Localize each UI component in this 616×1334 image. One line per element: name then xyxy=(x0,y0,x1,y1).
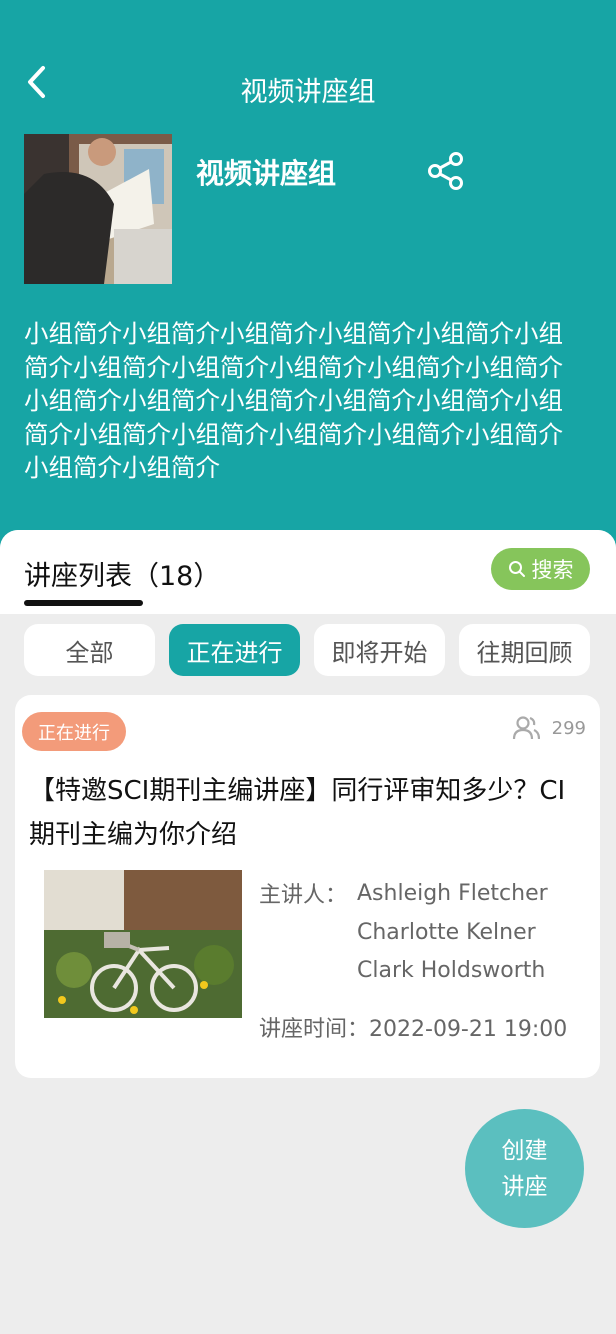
page-title: 视频讲座组 xyxy=(240,77,376,108)
search-label: 搜索 xyxy=(531,558,574,582)
lecture-list-title: 讲座列表（18） xyxy=(24,561,221,592)
lecture-time: 讲座时间：2022-09-21 19:00 xyxy=(259,1011,567,1043)
active-underline xyxy=(24,600,143,606)
group-avatar xyxy=(24,134,172,284)
speaker-list: Ashleigh Fletcher Charlotte Kelner Clark… xyxy=(357,875,548,991)
users-icon xyxy=(512,716,540,740)
share-button[interactable] xyxy=(425,150,467,192)
speaker-name: Ashleigh Fletcher xyxy=(357,881,548,906)
create-lecture-label: 创建讲座 xyxy=(501,1137,548,1200)
status-badge: 正在进行 xyxy=(22,712,126,751)
lecture-card[interactable]: 正在进行 299 【特邀SCI期刊主编讲座】同行评审知多少？CI期刊主编为你介绍 xyxy=(15,695,600,1078)
speaker-label: 主讲人： xyxy=(259,883,348,908)
tab-past[interactable]: 往期回顾 xyxy=(459,624,590,676)
share-icon xyxy=(428,152,463,190)
search-button[interactable]: 搜索 xyxy=(491,548,590,590)
group-name: 视频讲座组 xyxy=(196,157,337,190)
list-header: 讲座列表（18） 搜索 xyxy=(0,530,616,614)
search-icon xyxy=(508,561,525,577)
viewer-count: 299 xyxy=(512,715,586,741)
speaker-name: Clark Holdsworth xyxy=(357,958,546,983)
tab-all[interactable]: 全部 xyxy=(24,624,155,676)
tab-upcoming[interactable]: 即将开始 xyxy=(314,624,445,676)
group-intro: 小组简介小组简介小组简介小组简介小组简介小组简介小组简介小组简介小组简介小组简介… xyxy=(24,319,563,482)
create-lecture-button[interactable]: 创建讲座 xyxy=(465,1109,584,1228)
lecture-title: 【特邀SCI期刊主编讲座】同行评审知多少？CI期刊主编为你介绍 xyxy=(29,776,566,850)
lecture-thumbnail xyxy=(44,870,242,1018)
time-label: 讲座时间： xyxy=(259,1017,370,1042)
speaker-name: Charlotte Kelner xyxy=(357,919,536,945)
group-header: 视频讲座组 视频讲座组 小组简介小组简介小组简介小组简介小组简介小组简介小组简介… xyxy=(0,0,616,560)
tab-ongoing[interactable]: 正在进行 xyxy=(169,624,300,676)
time-value: 2022-09-21 19:00 xyxy=(369,1017,568,1042)
viewer-count-value: 299 xyxy=(551,717,586,739)
filter-tabs: 全部 正在进行 即将开始 往期回顾 xyxy=(24,624,592,676)
